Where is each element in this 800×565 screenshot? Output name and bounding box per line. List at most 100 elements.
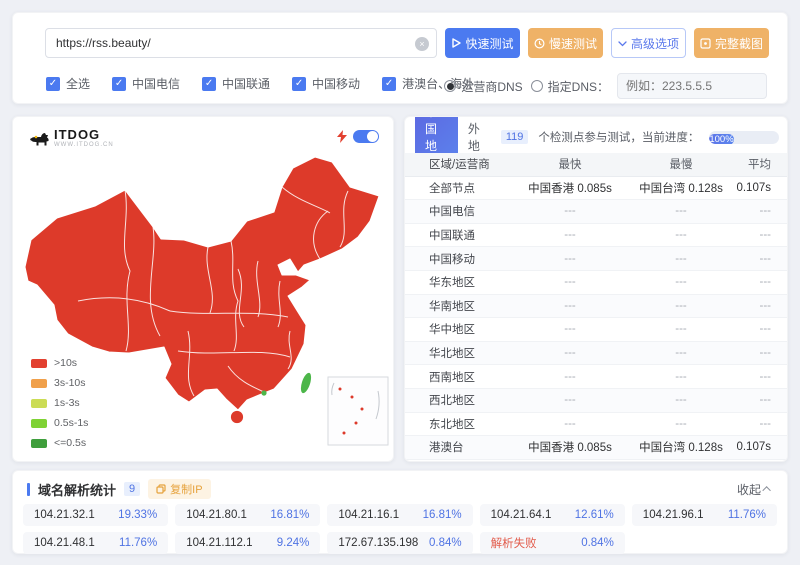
dns-options-row: 运营商DNS 指定DNS： [444,73,767,99]
legend-label: <=0.5s [54,437,86,449]
toolbar-card: https://rss.beauty/ × 快速测试 慢速测试 高级选项 完整截… [12,12,788,104]
lightning-icon [337,130,347,143]
slow-test-button[interactable]: 慢速测试 [528,28,603,58]
table-row[interactable]: 港澳台中国香港 0.085s中国台湾 0.128s0.107s [405,436,787,460]
itdog-dog-icon [27,129,49,147]
legend-label: 0.5s-1s [54,417,88,429]
checkbox-checked-icon: ✓ [382,77,396,91]
screenshot-icon [700,38,711,49]
table-row[interactable]: 西南地区--------- [405,365,787,389]
south-china-sea-inset [328,377,388,445]
play-icon [451,38,461,48]
table-cell: --- [629,371,733,383]
legend-swatch [31,399,47,408]
table-row[interactable]: 华中地区--------- [405,318,787,342]
table-cell: 华南地区 [405,298,511,314]
table-cell: --- [733,371,787,383]
table-row[interactable]: 华南地区--------- [405,295,787,319]
table-cell: --- [511,394,629,406]
legend-label: 1s-3s [54,397,80,409]
progress-label: 个检测点参与测试，当前进度： [538,129,699,145]
legend-swatch [31,379,47,388]
ip-chip[interactable]: 104.21.96.111.76% [632,504,777,526]
ip-chip[interactable]: 104.21.112.19.24% [175,532,320,554]
custom-dns-input[interactable] [617,73,767,99]
table-row[interactable]: 全部节点中国香港 0.085s中国台湾 0.128s0.107s [405,177,787,201]
radio-carrier-dns[interactable]: 运营商DNS [444,78,522,95]
checkbox-3[interactable]: ✓中国移动 [292,75,360,92]
dns-stats-title: 域名解析统计 [38,480,116,499]
table-cell: --- [511,300,629,312]
ip-chip[interactable]: 104.21.64.112.61% [480,504,625,526]
copy-ip-button[interactable]: 复制IP [148,479,210,499]
ip-address: 104.21.48.1 [34,537,95,549]
table-cell: 中国香港 0.085s [511,180,629,196]
table-row[interactable]: 西北地区--------- [405,389,787,413]
advanced-options-button[interactable]: 高级选项 [611,28,686,58]
ip-address: 104.21.16.1 [338,509,399,521]
ip-percentage: 11.76% [119,537,157,549]
ip-chip[interactable]: 104.21.16.1 16.81% [327,504,472,526]
checkbox-2[interactable]: ✓中国联通 [202,75,270,92]
checkbox-1[interactable]: ✓中国电信 [112,75,180,92]
chevron-down-icon [618,39,627,48]
legend-item: 1s-3s [31,397,88,409]
table-cell: --- [629,394,733,406]
table-row[interactable]: 中国电信--------- [405,200,787,224]
dns-stats-card: 域名解析统计 9 复制IP 收起 104.21.32.119.33%104.21… [12,470,788,554]
node-count-badge: 119 [501,130,529,144]
table-cell: --- [733,205,787,217]
checkbox-label: 中国电信 [132,75,180,92]
ip-address: 104.21.32.1 [34,509,95,521]
checkbox-0[interactable]: ✓全选 [46,75,90,92]
map-card: ITDOG WWW.ITDOG.CN [12,116,394,462]
table-cell: --- [733,347,787,359]
radio-custom-dns[interactable]: 指定DNS： [531,78,609,95]
results-table-header: 区域/运营商 最快 最慢 平均 [405,153,787,177]
ip-chip[interactable]: 解析失败0.84% [480,532,625,554]
table-row[interactable]: 中国移动--------- [405,247,787,271]
ip-chip[interactable]: 172.67.135.1980.84% [327,532,472,554]
table-cell: 西南地区 [405,369,511,385]
isp-checkbox-row: ✓全选✓中国电信✓中国联通✓中国移动✓港澳台、海外 [46,75,474,92]
ip-percentage: 16.81% [423,509,462,521]
checkbox-label: 中国联通 [222,75,270,92]
ip-address: 104.21.112.1 [186,537,252,549]
ip-address: 104.21.80.1 [186,509,247,521]
quick-test-button[interactable]: 快速测试 [445,28,520,58]
table-cell: --- [629,347,733,359]
collapse-button[interactable]: 收起 [737,481,771,498]
ip-chip[interactable]: 104.21.32.1 19.33% [23,504,168,526]
table-cell: 0.107s [733,182,787,194]
table-row[interactable]: 东北地区--------- [405,413,787,437]
table-cell: --- [629,418,733,430]
full-screenshot-button[interactable]: 完整截图 [694,28,769,58]
hainan-island [231,411,244,424]
section-accent-bar [27,483,30,496]
table-cell: 全部节点 [405,180,511,196]
ip-chip[interactable]: 104.21.48.1 11.76% [23,532,168,554]
table-cell: 东北地区 [405,416,511,432]
map-mode-toggle[interactable] [353,130,379,143]
table-row[interactable]: 华东地区--------- [405,271,787,295]
ip-chip[interactable]: 104.21.80.1 16.81% [175,504,320,526]
logo-subtitle: WWW.ITDOG.CN [54,142,114,148]
table-row[interactable]: 中国联通--------- [405,224,787,248]
ip-percentage: 19.33% [118,509,157,521]
table-row[interactable]: 华北地区--------- [405,342,787,366]
clear-icon[interactable]: × [415,37,429,51]
table-cell: --- [511,323,629,335]
legend-item: 3s-10s [31,377,88,389]
url-input[interactable]: https://rss.beauty/ × [45,28,437,58]
table-cell: 华北地区 [405,345,511,361]
table-cell: --- [733,394,787,406]
table-cell: --- [511,347,629,359]
ip-percentage: 16.81% [270,509,309,521]
table-cell: --- [733,253,787,265]
map-legend: >10s3s-10s1s-3s0.5s-1s<=0.5s [31,357,88,449]
table-cell: --- [511,418,629,430]
copy-icon [156,484,166,494]
table-cell: --- [629,276,733,288]
table-cell: 0.107s [733,441,787,453]
legend-label: 3s-10s [54,377,86,389]
